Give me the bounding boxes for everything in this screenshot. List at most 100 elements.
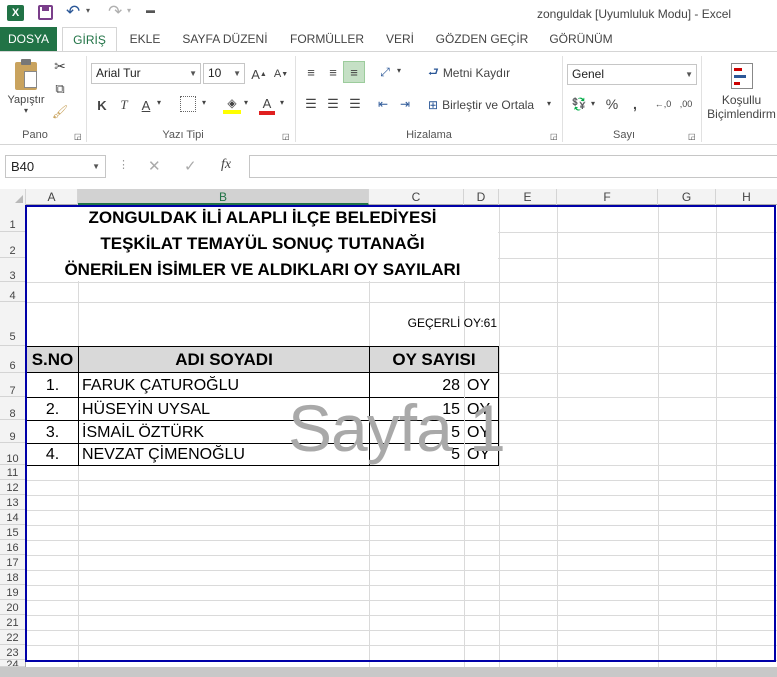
column-header-a[interactable]: A [26,189,78,205]
horizontal-scroll-strip[interactable] [0,667,777,677]
row-header[interactable]: 1 [0,205,25,232]
align-bottom-icon[interactable]: ≡ [343,61,365,83]
merge-center-button[interactable]: ⊞ Birleştir ve Ortala [428,96,534,114]
increase-indent-icon[interactable]: ⇥ [396,96,414,112]
column-header-d[interactable]: D [464,189,499,205]
column-header-h[interactable]: H [716,189,777,205]
formula-input[interactable] [249,155,777,178]
row-header[interactable]: 11 [0,465,25,480]
name-box-dropdown-icon: ▼ [92,162,100,171]
fill-color-dropdown-icon[interactable]: ▾ [244,98,248,107]
save-icon[interactable] [38,5,53,20]
row-header[interactable]: 4 [0,282,25,302]
insert-function-icon[interactable]: fx [221,157,231,173]
redo-icon[interactable]: ↷ [108,2,122,22]
orientation-dropdown-icon[interactable]: ▾ [397,66,401,75]
row-header[interactable]: 10 [0,443,25,465]
bold-button[interactable]: K [94,95,110,115]
font-name-combo[interactable]: Arial Tur ▼ [91,63,201,84]
format-painter-icon[interactable]: 🖌 [51,103,69,121]
tab-file[interactable]: DOSYA [0,27,57,51]
row-header[interactable]: 21 [0,615,25,630]
row-header[interactable]: 7 [0,373,25,397]
row-header[interactable]: 2 [0,232,25,258]
align-center-icon[interactable]: ☰ [324,96,342,112]
row-header[interactable]: 24 [0,660,25,667]
orientation-icon[interactable]: ⤢ [374,64,396,80]
tab-data[interactable]: VERİ [380,27,420,51]
name-box[interactable]: B40 ▼ [5,155,106,178]
column-header-b[interactable]: B [78,189,369,205]
decrease-indent-icon[interactable]: ⇤ [374,96,392,112]
select-all-corner[interactable] [0,189,26,205]
font-color-icon[interactable]: A [258,94,276,116]
align-middle-icon[interactable]: ≡ [324,64,342,80]
column-header-e[interactable]: E [499,189,557,205]
merge-center-dropdown-icon[interactable]: ▾ [547,99,551,108]
wrap-text-button[interactable]: ⮐ Metni Kaydır [428,64,510,82]
font-size-combo[interactable]: 10 ▼ [203,63,245,84]
row-header[interactable]: 15 [0,525,25,540]
font-launcher-icon[interactable]: ◲ [282,132,290,141]
row-header[interactable]: 22 [0,630,25,645]
borders-dropdown-icon[interactable]: ▾ [202,98,206,107]
valid-votes-label: GEÇERLİ OY:61 [407,316,497,330]
cancel-entry-icon[interactable]: ✕ [148,157,161,175]
shrink-font-icon[interactable]: A ▼ [272,64,290,84]
comma-style-icon[interactable]: , [628,96,642,112]
row-header[interactable]: 20 [0,600,25,615]
tab-page-layout[interactable]: SAYFA DÜZENİ [177,27,273,51]
undo-dropdown-icon[interactable]: ▾ [86,6,90,15]
increase-decimal-icon[interactable]: ←,0 [654,96,672,112]
paste-button[interactable]: Yapıştır ▾ [4,58,48,118]
borders-icon[interactable] [180,96,196,112]
copy-icon[interactable]: ⧉ [51,80,69,98]
tab-view[interactable]: GÖRÜNÜM [545,27,617,51]
row-header[interactable]: 17 [0,555,25,570]
row-header[interactable]: 19 [0,585,25,600]
underline-dropdown-icon[interactable]: ▾ [157,98,161,107]
align-right-icon[interactable]: ☰ [346,96,364,112]
row-header[interactable]: 23 [0,645,25,660]
align-left-icon[interactable]: ☰ [302,96,320,112]
row-header[interactable]: 6 [0,346,25,373]
font-color-dropdown-icon[interactable]: ▾ [280,98,284,107]
column-header-g[interactable]: G [658,189,716,205]
undo-icon[interactable]: ↶ [66,2,80,22]
row-header[interactable]: 13 [0,495,25,510]
cut-icon[interactable]: ✂ [51,57,69,75]
row-header[interactable]: 8 [0,397,25,420]
decrease-decimal-icon[interactable]: ,00 [677,96,695,112]
column-header-c[interactable]: C [369,189,464,205]
row-header[interactable]: 3 [0,258,25,282]
italic-button[interactable]: T [116,95,132,115]
row-header[interactable]: 18 [0,570,25,585]
redo-dropdown-icon[interactable]: ▾ [127,6,131,15]
customize-qat-icon[interactable]: ▬ [146,5,155,15]
row-header[interactable]: 5 [0,302,25,346]
column-header-f[interactable]: F [557,189,658,205]
conditional-formatting-button[interactable]: Koşullu Biçimlendirm [706,57,777,127]
tab-insert[interactable]: EKLE [125,27,165,51]
tab-review[interactable]: GÖZDEN GEÇİR [432,27,532,51]
accounting-format-icon[interactable]: 💱 [569,96,589,112]
row-header[interactable]: 12 [0,480,25,495]
row-header[interactable]: 9 [0,420,25,443]
merge-center-icon: ⊞ [428,98,439,112]
row-header[interactable]: 14 [0,510,25,525]
tab-formulas[interactable]: FORMÜLLER [286,27,368,51]
align-top-icon[interactable]: ≡ [302,64,320,80]
accounting-dropdown-icon[interactable]: ▾ [591,99,595,108]
grow-font-icon[interactable]: A ▲ [250,64,268,84]
tab-home[interactable]: GİRİŞ [62,27,117,52]
enter-entry-icon[interactable]: ✓ [184,157,197,175]
fill-color-icon[interactable]: ◈ [223,94,241,116]
underline-button[interactable]: A [138,95,154,115]
worksheet-grid[interactable]: ZONGULDAK İLİ ALAPLI İLÇE BELEDİYESİ TEŞ… [26,205,777,667]
row-header[interactable]: 16 [0,540,25,555]
clipboard-launcher-icon[interactable]: ◲ [74,132,82,141]
alignment-launcher-icon[interactable]: ◲ [550,132,558,141]
percent-style-icon[interactable]: % [604,96,620,112]
number-launcher-icon[interactable]: ◲ [688,132,696,141]
number-format-combo[interactable]: Genel ▼ [567,64,697,85]
